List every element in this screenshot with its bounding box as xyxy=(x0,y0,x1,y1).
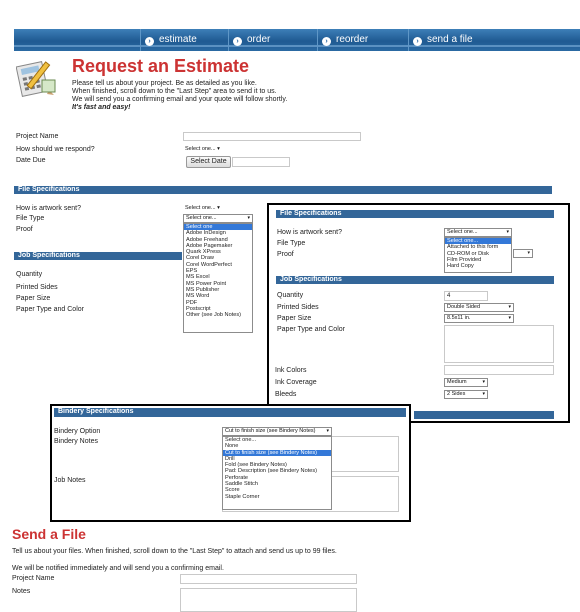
paper-size-value: 8.5x11 in. xyxy=(447,315,471,321)
printed-sides-label: Printed Sides xyxy=(277,304,319,311)
bindery-option-select[interactable]: Cut to finish size (see Bindery Notes) ▾ xyxy=(222,427,332,436)
paper-type-textarea[interactable] xyxy=(444,325,554,363)
file-type-select-value: Select one... xyxy=(186,215,217,221)
dropdown-arrow-icon: ▾ xyxy=(247,215,250,221)
dropdown-arrow-icon: ▾ xyxy=(217,146,220,152)
tab-label: order xyxy=(247,34,271,45)
bleeds-label: Bleeds xyxy=(275,391,297,398)
send-project-name-input[interactable] xyxy=(180,574,357,584)
bleeds-select[interactable]: 2 Sides ▾ xyxy=(444,390,488,399)
ink-coverage-label: Ink Coverage xyxy=(275,379,317,386)
job-notes-label: Job Notes xyxy=(54,477,86,484)
dropdown-arrow-icon: ▾ xyxy=(508,304,511,310)
tab-order[interactable]: › order xyxy=(228,29,316,51)
file-type-label: File Type xyxy=(16,215,45,222)
arrow-circle-icon: › xyxy=(322,37,331,46)
arrow-circle-icon: › xyxy=(413,37,422,46)
send-notes-label: Notes xyxy=(12,588,31,595)
list-item[interactable]: Hard Copy xyxy=(445,263,511,269)
artwork-label: How is artwork sent? xyxy=(277,229,342,236)
dropdown-arrow-icon: ▾ xyxy=(326,428,329,434)
file-specs-bar: File Specifications xyxy=(276,210,554,218)
project-name-label: Project Name xyxy=(16,133,59,140)
artwork-select-value: Select one... xyxy=(447,229,478,235)
list-item[interactable]: Cut to finish size (see Bindery Notes) xyxy=(223,449,331,456)
bindery-option-value: Cut to finish size (see Bindery Notes) xyxy=(225,428,316,434)
respond-select[interactable]: Select one... ▾ xyxy=(183,146,243,155)
artwork-select[interactable]: Select one... ▾ xyxy=(444,228,512,237)
dropdown-arrow-icon: ▾ xyxy=(217,205,220,211)
respond-select-value: Select one... xyxy=(185,146,216,152)
file-type-label: File Type xyxy=(277,240,306,247)
send-project-name-label: Project Name xyxy=(12,575,55,582)
paper-size-select[interactable]: 8.5x11 in. ▾ xyxy=(444,314,514,323)
arrow-circle-icon: › xyxy=(145,37,154,46)
list-item[interactable]: Other (see Job Notes) xyxy=(184,312,252,318)
artwork-label: How is artwork sent? xyxy=(16,205,81,212)
intro-tagline: It's fast and easy! xyxy=(72,104,131,111)
proof-select-arrow[interactable]: ▾ xyxy=(513,249,533,258)
tab-label: reorder xyxy=(336,34,369,45)
bindery-specs-bar: Bindery Specifications xyxy=(54,408,406,417)
bindery-option-label: Bindery Option xyxy=(54,428,101,435)
job-specs-bar: Job Specifications xyxy=(14,252,182,260)
printed-sides-label: Printed Sides xyxy=(16,284,58,291)
file-type-select[interactable]: Select one... ▾ xyxy=(183,214,253,223)
dropdown-arrow-icon: ▾ xyxy=(482,391,485,397)
ink-colors-input[interactable] xyxy=(444,365,554,375)
paper-type-label: Paper Type and Color xyxy=(16,306,84,313)
paper-size-label: Paper Size xyxy=(16,295,51,302)
ink-colors-label: Ink Colors xyxy=(275,367,307,374)
tab-estimate[interactable]: › estimate xyxy=(140,29,228,51)
date-due-label: Date Due xyxy=(16,157,46,164)
dropdown-arrow-icon: ▾ xyxy=(482,379,485,385)
quantity-label: Quantity xyxy=(16,271,43,278)
file-type-dropdown-list[interactable]: Select one Adobe InDesign Adobe Freehand… xyxy=(183,223,253,333)
date-due-input[interactable] xyxy=(232,157,290,167)
printed-sides-value: Double Sided xyxy=(447,304,481,310)
calculator-pencil-icon xyxy=(16,61,56,97)
artwork-select-value: Select one... xyxy=(185,205,216,211)
project-name-input[interactable] xyxy=(183,132,361,141)
paper-type-label: Paper Type and Color xyxy=(277,326,345,333)
respond-label: How should we respond? xyxy=(16,146,95,153)
paper-size-label: Paper Size xyxy=(277,315,312,322)
proof-label: Proof xyxy=(277,251,294,258)
bleeds-value: 2 Sides xyxy=(447,391,466,397)
dropdown-arrow-icon: ▾ xyxy=(508,315,511,321)
tab-label: estimate xyxy=(159,34,197,45)
file-specs-bar: File Specifications xyxy=(14,186,552,194)
tab-label: send a file xyxy=(427,34,473,45)
printed-sides-select[interactable]: Double Sided ▾ xyxy=(444,303,514,312)
dropdown-arrow-icon: ▾ xyxy=(506,229,509,235)
bindery-specs-panel: Bindery Specifications Bindery Option Cu… xyxy=(50,404,411,522)
quantity-label: Quantity xyxy=(277,292,304,299)
select-date-button[interactable]: Select Date xyxy=(186,156,231,168)
job-specs-bar: Job Specifications xyxy=(276,276,554,284)
tab-reorder[interactable]: › reorder xyxy=(317,29,405,51)
list-item[interactable]: Staple Corner xyxy=(223,494,331,500)
bindery-notes-label: Bindery Notes xyxy=(54,438,98,445)
quantity-input[interactable]: 4 xyxy=(444,291,488,301)
ink-coverage-select[interactable]: Medium ▾ xyxy=(444,378,488,387)
bindery-option-dropdown-list[interactable]: Select one... None Cut to finish size (s… xyxy=(222,436,332,510)
file-job-specs-panel: File Specifications How is artwork sent?… xyxy=(267,203,570,423)
artwork-select[interactable]: Select one... ▾ xyxy=(183,205,251,214)
send-file-title: Send a File xyxy=(12,526,86,542)
tab-send-a-file[interactable]: › send a file xyxy=(408,29,508,51)
next-section-bar xyxy=(414,411,554,419)
page-title: Request an Estimate xyxy=(72,56,250,76)
arrow-circle-icon: › xyxy=(233,37,242,46)
artwork-dropdown-list[interactable]: Select one... Attached to this form CD-R… xyxy=(444,237,512,273)
send-notes-textarea[interactable] xyxy=(180,588,357,612)
send-file-notify: We will be notified immediately and will… xyxy=(12,565,224,572)
ink-coverage-value: Medium xyxy=(447,379,467,385)
list-item[interactable]: Pad: Description (see Bindery Notes) xyxy=(223,468,331,474)
top-nav-bar: › estimate › order › reorder › send a file xyxy=(14,29,580,51)
send-file-intro: Tell us about your files. When finished,… xyxy=(12,548,337,555)
proof-label: Proof xyxy=(16,226,33,233)
